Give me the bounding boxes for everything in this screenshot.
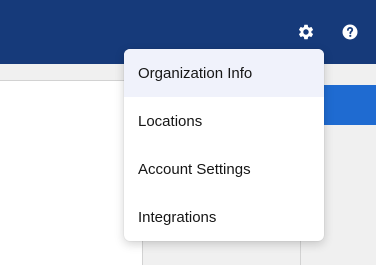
gear-icon [297, 23, 315, 41]
menu-item-account-settings[interactable]: Account Settings [124, 145, 324, 193]
help-button[interactable] [336, 18, 364, 46]
menu-item-integrations[interactable]: Integrations [124, 193, 324, 241]
settings-dropdown-menu: Organization Info Locations Account Sett… [124, 49, 324, 241]
menu-item-organization-info[interactable]: Organization Info [124, 49, 324, 97]
main-content-area [0, 80, 143, 265]
help-icon [341, 23, 359, 41]
menu-item-locations[interactable]: Locations [124, 97, 324, 145]
app-page: Organization Info Locations Account Sett… [0, 0, 376, 265]
settings-button[interactable] [292, 18, 320, 46]
